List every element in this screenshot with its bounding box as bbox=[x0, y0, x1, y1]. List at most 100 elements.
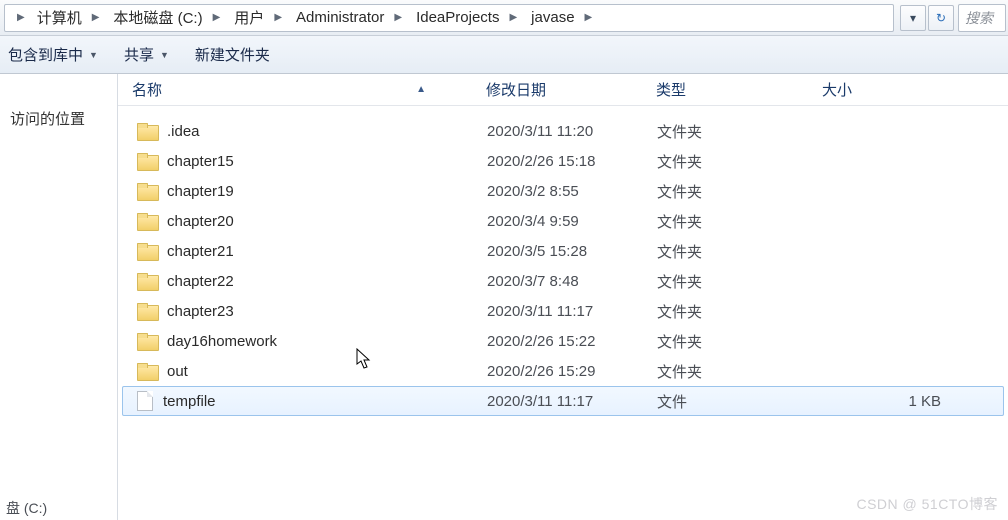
nav-item-recent[interactable]: 访问的位置 bbox=[0, 102, 117, 135]
file-name: day16homework bbox=[167, 333, 277, 350]
breadcrumb-item[interactable]: 计算机 ▶ bbox=[31, 5, 108, 31]
chevron-down-icon: ▾ bbox=[910, 11, 916, 25]
table-row[interactable]: chapter22 2020/3/7 8:48文件夹 bbox=[118, 266, 1008, 296]
folder-icon bbox=[137, 363, 157, 379]
cell-name: out bbox=[133, 363, 487, 380]
chevron-right-icon: ▶ bbox=[15, 12, 27, 23]
cell-type: 文件夹 bbox=[657, 331, 823, 352]
cell-date: 2020/3/11 11:20 bbox=[487, 123, 657, 140]
cell-date: 2020/2/26 15:22 bbox=[487, 333, 657, 350]
toolbar-label: 包含到库中 bbox=[8, 44, 83, 65]
sort-indicator-icon: ▲ bbox=[416, 84, 426, 95]
breadcrumb-label: 计算机 bbox=[37, 7, 82, 28]
chevron-right-icon: ▶ bbox=[88, 12, 104, 23]
cell-type: 文件夹 bbox=[657, 361, 823, 382]
cell-name: chapter21 bbox=[133, 243, 487, 260]
cell-date: 2020/3/11 11:17 bbox=[487, 303, 657, 320]
cell-type: 文件夹 bbox=[657, 271, 823, 292]
cell-date: 2020/2/26 15:18 bbox=[487, 153, 657, 170]
cell-type: 文件夹 bbox=[657, 151, 823, 172]
file-name: tempfile bbox=[163, 393, 216, 410]
table-row[interactable]: out 2020/2/26 15:29文件夹 bbox=[118, 356, 1008, 386]
file-icon bbox=[137, 391, 153, 411]
breadcrumb-label: 用户 bbox=[234, 7, 264, 28]
column-header-type[interactable]: 类型 bbox=[656, 79, 822, 100]
toolbar: 包含到库中 ▼ 共享 ▼ 新建文件夹 bbox=[0, 36, 1008, 74]
cell-type: 文件 bbox=[657, 391, 823, 412]
cell-type: 文件夹 bbox=[657, 301, 823, 322]
breadcrumb-item[interactable]: 本地磁盘 (C:) ▶ bbox=[107, 5, 228, 31]
file-name: chapter19 bbox=[167, 183, 234, 200]
share-button[interactable]: 共享 ▼ bbox=[124, 44, 169, 65]
file-name: chapter22 bbox=[167, 273, 234, 290]
folder-icon bbox=[137, 153, 157, 169]
file-name: chapter20 bbox=[167, 213, 234, 230]
cell-type: 文件夹 bbox=[657, 121, 823, 142]
column-header-size[interactable]: 大小 bbox=[822, 79, 956, 100]
column-header-name[interactable]: 名称 ▲ bbox=[132, 79, 486, 100]
folder-icon bbox=[137, 333, 157, 349]
refresh-icon: ↻ bbox=[936, 11, 946, 25]
cell-date: 2020/3/2 8:55 bbox=[487, 183, 657, 200]
new-folder-button[interactable]: 新建文件夹 bbox=[195, 44, 270, 65]
navigation-pane[interactable]: 访问的位置 bbox=[0, 74, 118, 520]
cell-name: tempfile bbox=[133, 391, 487, 411]
table-row[interactable]: day16homework 2020/2/26 15:22文件夹 bbox=[118, 326, 1008, 356]
main-area: 访问的位置 名称 ▲ 修改日期 类型 大小 .idea 2020/3/11 11:… bbox=[0, 74, 1008, 520]
chevron-right-icon: ▶ bbox=[270, 12, 286, 23]
chevron-right-icon: ▶ bbox=[505, 12, 521, 23]
cell-date: 2020/3/5 15:28 bbox=[487, 243, 657, 260]
cell-size: 1 KB bbox=[823, 393, 957, 410]
cell-date: 2020/3/4 9:59 bbox=[487, 213, 657, 230]
breadcrumb-label: Administrator bbox=[296, 9, 384, 26]
breadcrumb-root[interactable]: ▶ bbox=[9, 5, 31, 31]
cell-name: chapter19 bbox=[133, 183, 487, 200]
cell-name: chapter20 bbox=[133, 213, 487, 230]
file-name: chapter21 bbox=[167, 243, 234, 260]
table-row[interactable]: tempfile 2020/3/11 11:17文件1 KB bbox=[122, 386, 1004, 416]
cell-date: 2020/2/26 15:29 bbox=[487, 363, 657, 380]
breadcrumb-item[interactable]: IdeaProjects ▶ bbox=[410, 5, 525, 31]
breadcrumb-label: IdeaProjects bbox=[416, 9, 499, 26]
search-placeholder: 搜索 bbox=[965, 8, 993, 28]
table-row[interactable]: chapter21 2020/3/5 15:28文件夹 bbox=[118, 236, 1008, 266]
status-drive-label: 盘 (C:) bbox=[6, 498, 47, 518]
cell-name: chapter22 bbox=[133, 273, 487, 290]
history-dropdown-button[interactable]: ▾ bbox=[900, 5, 926, 31]
file-name: chapter23 bbox=[167, 303, 234, 320]
chevron-right-icon: ▶ bbox=[209, 12, 225, 23]
chevron-right-icon: ▶ bbox=[581, 12, 597, 23]
column-headers: 名称 ▲ 修改日期 类型 大小 bbox=[118, 74, 1008, 106]
watermark-text: CSDN @ 51CTO博客 bbox=[856, 494, 998, 514]
table-row[interactable]: chapter23 2020/3/11 11:17文件夹 bbox=[118, 296, 1008, 326]
table-row[interactable]: chapter20 2020/3/4 9:59文件夹 bbox=[118, 206, 1008, 236]
file-name: .idea bbox=[167, 123, 200, 140]
folder-icon bbox=[137, 183, 157, 199]
table-row[interactable]: .idea 2020/3/11 11:20文件夹 bbox=[118, 116, 1008, 146]
folder-icon bbox=[137, 213, 157, 229]
breadcrumb-label: 本地磁盘 (C:) bbox=[113, 7, 202, 28]
cell-type: 文件夹 bbox=[657, 211, 823, 232]
file-name: out bbox=[167, 363, 188, 380]
include-in-library-button[interactable]: 包含到库中 ▼ bbox=[8, 44, 98, 65]
breadcrumb-item[interactable]: 用户 ▶ bbox=[228, 5, 290, 31]
table-row[interactable]: chapter19 2020/3/2 8:55文件夹 bbox=[118, 176, 1008, 206]
chevron-right-icon: ▶ bbox=[390, 12, 406, 23]
toolbar-label: 新建文件夹 bbox=[195, 44, 270, 65]
cell-date: 2020/3/11 11:17 bbox=[487, 393, 657, 410]
folder-icon bbox=[137, 303, 157, 319]
file-rows: .idea2020/3/11 11:20文件夹chapter152020/2/2… bbox=[118, 106, 1008, 416]
table-row[interactable]: chapter152020/2/26 15:18文件夹 bbox=[118, 146, 1008, 176]
breadcrumb-item[interactable]: Administrator ▶ bbox=[290, 5, 410, 31]
cell-name: chapter23 bbox=[133, 303, 487, 320]
column-header-date[interactable]: 修改日期 bbox=[486, 79, 656, 100]
refresh-button[interactable]: ↻ bbox=[928, 5, 954, 31]
chevron-down-icon: ▼ bbox=[89, 50, 98, 60]
cell-date: 2020/3/7 8:48 bbox=[487, 273, 657, 290]
search-input[interactable]: 搜索 bbox=[958, 4, 1006, 32]
breadcrumb-item[interactable]: javase ▶ bbox=[525, 5, 600, 31]
folder-icon bbox=[137, 123, 157, 139]
cell-type: 文件夹 bbox=[657, 181, 823, 202]
breadcrumb[interactable]: ▶ 计算机 ▶ 本地磁盘 (C:) ▶ 用户 ▶ Administrator ▶… bbox=[4, 4, 894, 32]
cell-type: 文件夹 bbox=[657, 241, 823, 262]
